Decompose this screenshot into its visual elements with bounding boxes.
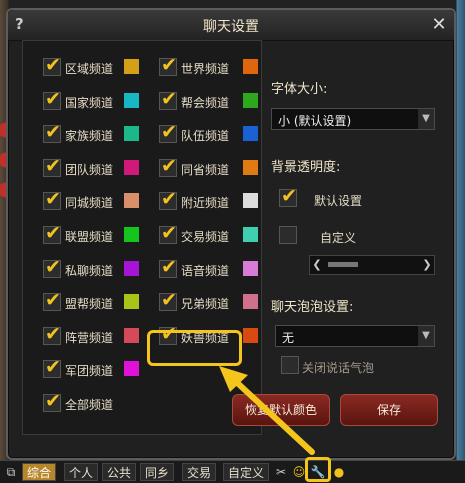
pointer-arrow [219, 366, 315, 455]
